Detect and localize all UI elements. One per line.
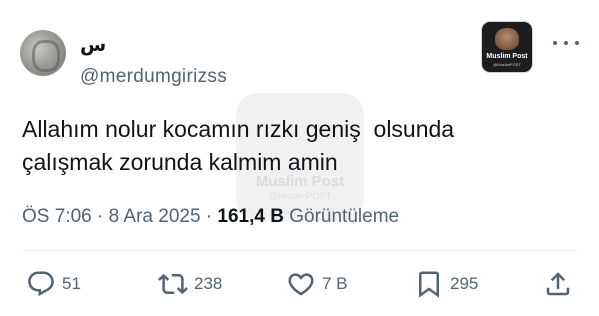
tweet-time[interactable]: ÖS 7:06 bbox=[22, 206, 92, 227]
logo-title: Muslim Post bbox=[486, 53, 528, 60]
more-options-button[interactable] bbox=[553, 36, 579, 50]
retweet-icon bbox=[158, 273, 188, 295]
tweet-date[interactable]: 8 Ara 2025 bbox=[109, 206, 201, 227]
display-name[interactable]: س bbox=[80, 34, 106, 56]
avatar[interactable] bbox=[20, 30, 66, 76]
reply-icon bbox=[28, 271, 54, 297]
bookmark-count: 295 bbox=[450, 274, 479, 293]
heart-icon bbox=[288, 273, 314, 296]
bookmark-icon bbox=[419, 271, 439, 298]
like-count: 7 B bbox=[322, 274, 348, 293]
tweet-meta: ÖS 7:06 · 8 Ara 2025 · 161,4 B Görüntüle… bbox=[22, 206, 399, 228]
meta-separator: · bbox=[200, 206, 218, 227]
bookmark-button[interactable]: 295 bbox=[414, 266, 478, 302]
meta-separator: · bbox=[91, 206, 109, 227]
share-button[interactable] bbox=[543, 266, 573, 302]
retweet-button[interactable]: 238 bbox=[158, 266, 222, 302]
views-label: Görüntüleme bbox=[283, 206, 400, 227]
watermark-subtitle: @MuslimPOST bbox=[268, 191, 332, 201]
like-button[interactable]: 7 B bbox=[286, 266, 348, 302]
tweet-text: Allahım nolur kocamın rızkı geniş olsund… bbox=[22, 116, 455, 175]
retweet-count: 238 bbox=[194, 274, 223, 293]
logo-subtitle: @MuslimPOST bbox=[493, 62, 521, 67]
action-bar: 51 238 7 B 295 bbox=[0, 266, 599, 302]
more-icon bbox=[553, 41, 557, 45]
logo-portrait bbox=[495, 28, 519, 50]
muslim-post-logo: Muslim Post @MuslimPOST bbox=[481, 21, 533, 73]
user-handle[interactable]: @merdumgirizss bbox=[80, 66, 227, 88]
divider bbox=[22, 250, 579, 251]
reply-button[interactable]: 51 bbox=[26, 266, 81, 302]
reply-count: 51 bbox=[62, 274, 81, 293]
share-icon bbox=[546, 272, 570, 296]
views-count[interactable]: 161,4 B bbox=[217, 206, 284, 227]
